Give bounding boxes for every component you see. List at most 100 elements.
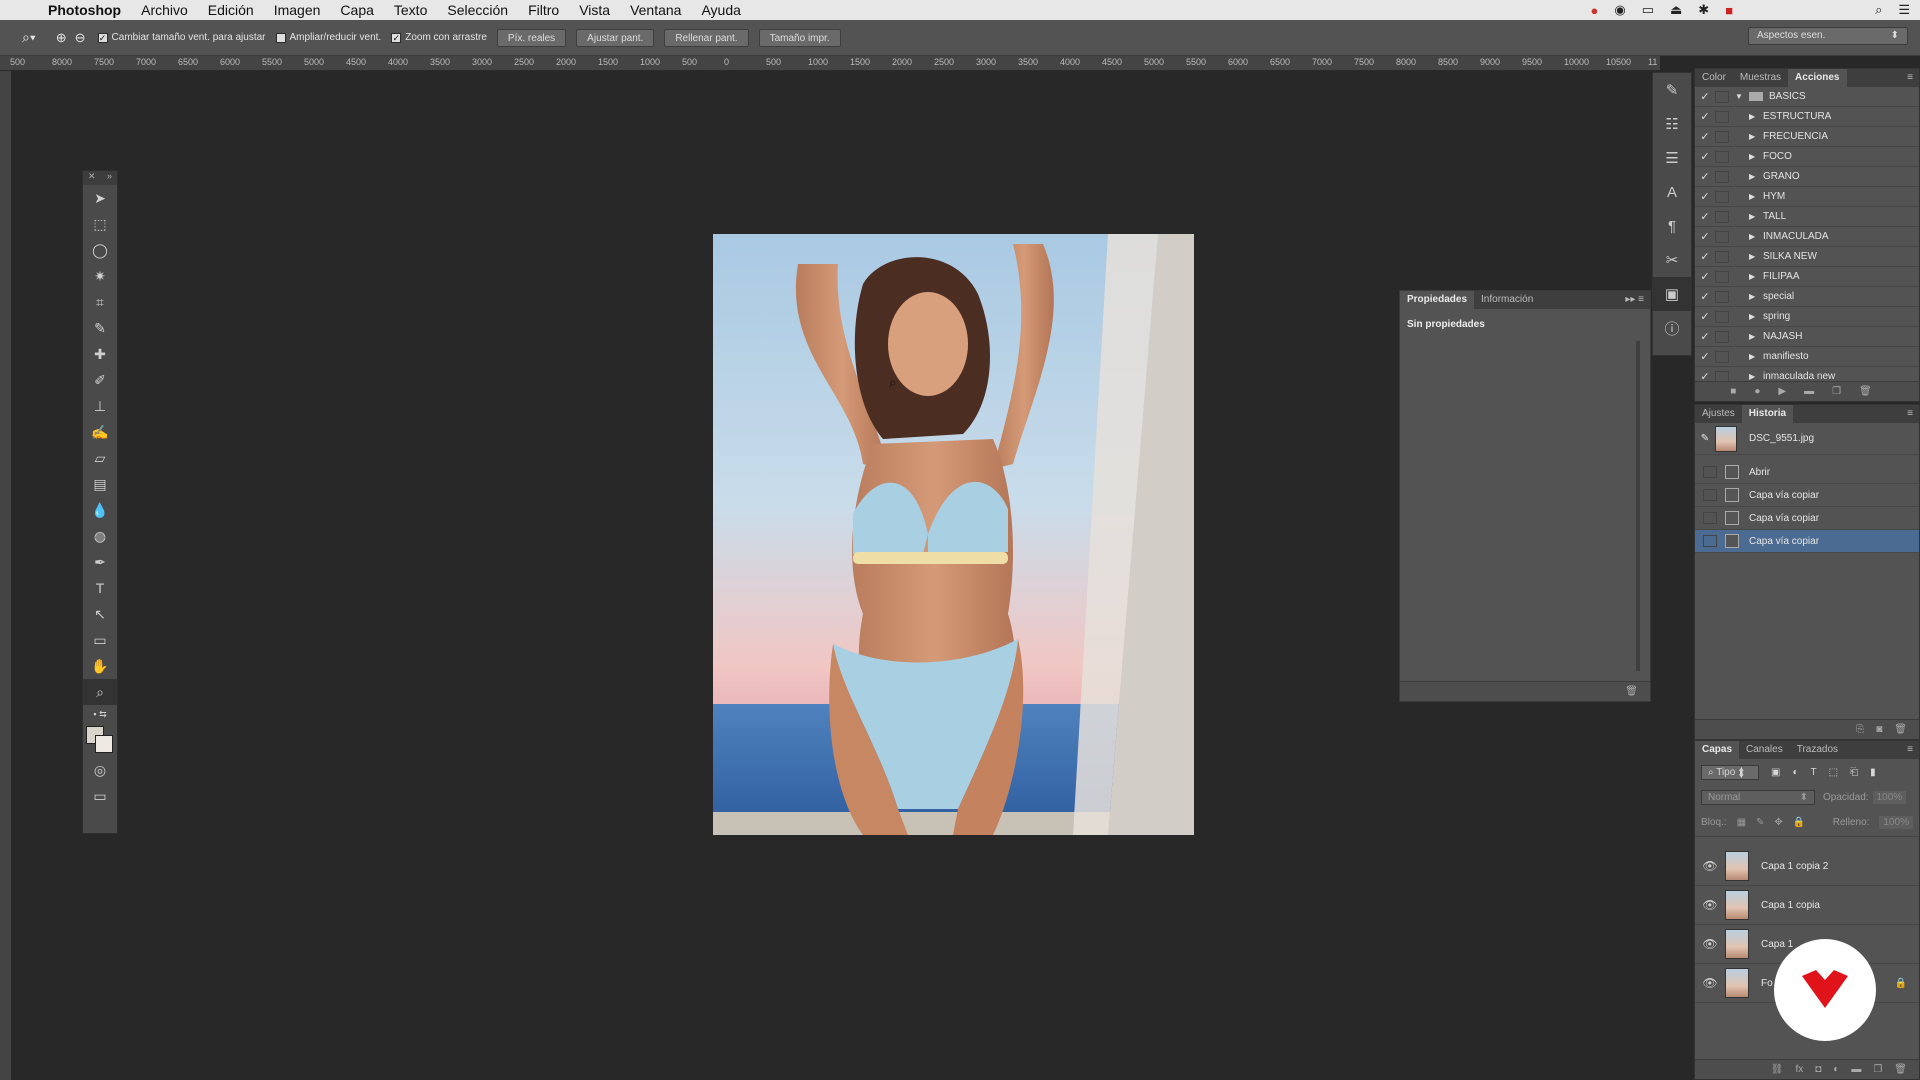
lock-all-icon[interactable]: 🔒 [1793,817,1805,828]
default-colors-icon[interactable]: ▪ ⇆ [83,705,117,723]
action-row[interactable]: ✓ ▶ NAJASH [1695,327,1919,347]
eraser-tool-icon[interactable]: ▱ [83,445,117,471]
tab-swatches[interactable]: Muestras [1733,69,1788,87]
tab-channels[interactable]: Canales [1739,741,1790,759]
collapse-icon[interactable]: » [107,171,112,185]
add-mask-icon[interactable]: ◘ [1815,1064,1821,1075]
trash-icon[interactable]: 🗑 [1894,1064,1907,1075]
shape-filter-icon[interactable]: ⬚ [1829,767,1838,778]
history-step[interactable]: Abrir [1695,461,1919,484]
collapsed-triangle-icon[interactable]: ▶ [1749,252,1763,261]
check-icon[interactable]: ✓ [1695,150,1715,163]
character-icon[interactable]: A [1653,175,1691,209]
action-row[interactable]: ✓ ▶ ESTRUCTURA [1695,107,1919,127]
collapsed-triangle-icon[interactable]: ▶ [1749,132,1763,141]
tools-preset-icon[interactable]: ✂ [1653,243,1691,277]
check-icon[interactable]: ✓ [1695,330,1715,343]
collapsed-triangle-icon[interactable]: ▶ [1749,232,1763,241]
action-set-row[interactable]: ✓ ▼ BASICS [1695,87,1919,107]
check-icon[interactable]: ✓ [1695,250,1715,263]
actual-pixels-button[interactable]: Píx. reales [496,28,567,47]
blend-mode-select[interactable]: Normal ⬍ [1701,789,1815,805]
dialog-toggle[interactable] [1715,250,1729,263]
adjustment-filter-icon[interactable]: ◐ [1792,767,1798,778]
notification-list-icon[interactable]: ☰ [1898,2,1910,18]
magic-wand-tool-icon[interactable]: ✷ [83,263,117,289]
check-icon[interactable]: ✓ [1695,210,1715,223]
move-tool-icon[interactable]: ➤ [83,185,117,211]
dialog-toggle[interactable] [1715,90,1729,103]
lock-position-icon[interactable]: ✥ [1774,817,1782,828]
path-selection-tool-icon[interactable]: ↖ [83,601,117,627]
scrollbar[interactable] [1636,341,1640,671]
collapsed-triangle-icon[interactable]: ▶ [1749,292,1763,301]
resize-windows-checkbox[interactable]: ✓ Cambiar tamaño vent. para ajustar [97,32,266,43]
expanded-triangle-icon[interactable]: ▼ [1735,92,1749,101]
adjustments-sliders-icon[interactable]: ☷ [1653,107,1691,141]
filter-toggle[interactable]: ▮ [1870,767,1876,778]
collapsed-triangle-icon[interactable]: ▶ [1749,352,1763,361]
gradient-tool-icon[interactable]: ▤ [83,471,117,497]
collapsed-triangle-icon[interactable]: ▶ [1749,152,1763,161]
action-row[interactable]: ✓ ▶ TALL [1695,207,1919,227]
collapsed-triangle-icon[interactable]: ▶ [1749,172,1763,181]
history-step[interactable]: Capa vía copiar [1695,507,1919,530]
action-row[interactable]: ✓ ▶ HYM [1695,187,1919,207]
check-icon[interactable]: ✓ [1695,270,1715,283]
menu-ventana[interactable]: Ventana [630,2,681,18]
layer-row[interactable]: 👁 Capa 1 copia [1695,886,1919,925]
zoom-tool-icon[interactable]: ⌕▾ [22,29,36,46]
check-icon[interactable]: ✓ [1695,310,1715,323]
action-row[interactable]: ✓ ▶ spring [1695,307,1919,327]
layer-row[interactable]: 👁 Capa 1 copia 2 [1695,847,1919,886]
action-row[interactable]: ✓ ▶ manifiesto [1695,347,1919,367]
eyedropper-tool-icon[interactable]: ✎ [83,315,117,341]
history-step-current[interactable]: Capa vía copiar [1695,530,1919,553]
action-row[interactable]: ✓ ▶ SILKA NEW [1695,247,1919,267]
tab-history[interactable]: Historia [1741,405,1794,423]
panel-menu-icon[interactable]: ≡ [1901,405,1919,423]
eye-icon[interactable]: 👁 [1695,976,1725,990]
panel-menu-icon[interactable]: ≡ [1901,741,1919,759]
check-icon[interactable]: ✓ [1695,170,1715,183]
play-icon[interactable]: ▶ [1778,386,1786,397]
check-icon[interactable]: ✓ [1695,110,1715,123]
zoom-all-checkbox[interactable]: Ampliar/reducir vent. [275,32,381,43]
eye-icon[interactable]: 👁 [1695,937,1725,951]
dodge-tool-icon[interactable]: ◍ [83,523,117,549]
collapsed-triangle-icon[interactable]: ▶ [1749,312,1763,321]
fill-input[interactable]: 100% [1879,816,1913,829]
smart-object-filter-icon[interactable]: ⎗ [1850,767,1858,778]
record-icon[interactable]: ● [1754,386,1760,397]
crop-tool-icon[interactable]: ⌗ [83,289,117,315]
trash-icon[interactable]: 🗑 [1894,724,1907,735]
menu-capa[interactable]: Capa [340,2,373,18]
link-layers-icon[interactable]: ⛓ [1771,1064,1784,1075]
menu-app[interactable]: Photoshop [48,2,121,18]
dialog-toggle[interactable] [1715,330,1729,343]
collapsed-triangle-icon[interactable]: ▶ [1749,212,1763,221]
flag-icon[interactable]: ■ [1725,3,1733,18]
opacity-input[interactable]: 100% [1872,790,1907,804]
zoom-tool-icon[interactable]: ⌕ [83,679,117,705]
collapsed-triangle-icon[interactable]: ▶ [1749,332,1763,341]
dialog-toggle[interactable] [1715,150,1729,163]
lock-image-icon[interactable]: ✎ [1756,817,1764,828]
tab-paths[interactable]: Trazados [1790,741,1845,759]
eye-icon[interactable]: 👁 [1695,859,1725,873]
background-color-swatch[interactable] [95,735,113,753]
menu-edicion[interactable]: Edición [208,2,254,18]
close-icon[interactable]: ✕ [88,171,96,185]
dialog-toggle[interactable] [1715,310,1729,323]
menu-imagen[interactable]: Imagen [274,2,321,18]
history-step[interactable]: Capa vía copiar [1695,484,1919,507]
fit-screen-button[interactable]: Ajustar pant. [576,28,655,47]
check-icon[interactable]: ✓ [1695,350,1715,363]
fx-icon[interactable]: fx [1795,1064,1803,1075]
panel-menu-icon[interactable]: ≡ [1901,69,1919,87]
menu-ayuda[interactable]: Ayuda [701,2,740,18]
lasso-tool-icon[interactable]: ◯ [83,237,117,263]
tab-actions[interactable]: Acciones [1788,69,1847,87]
check-icon[interactable]: ✓ [1695,230,1715,243]
info-icon[interactable]: ⓘ [1653,311,1691,345]
